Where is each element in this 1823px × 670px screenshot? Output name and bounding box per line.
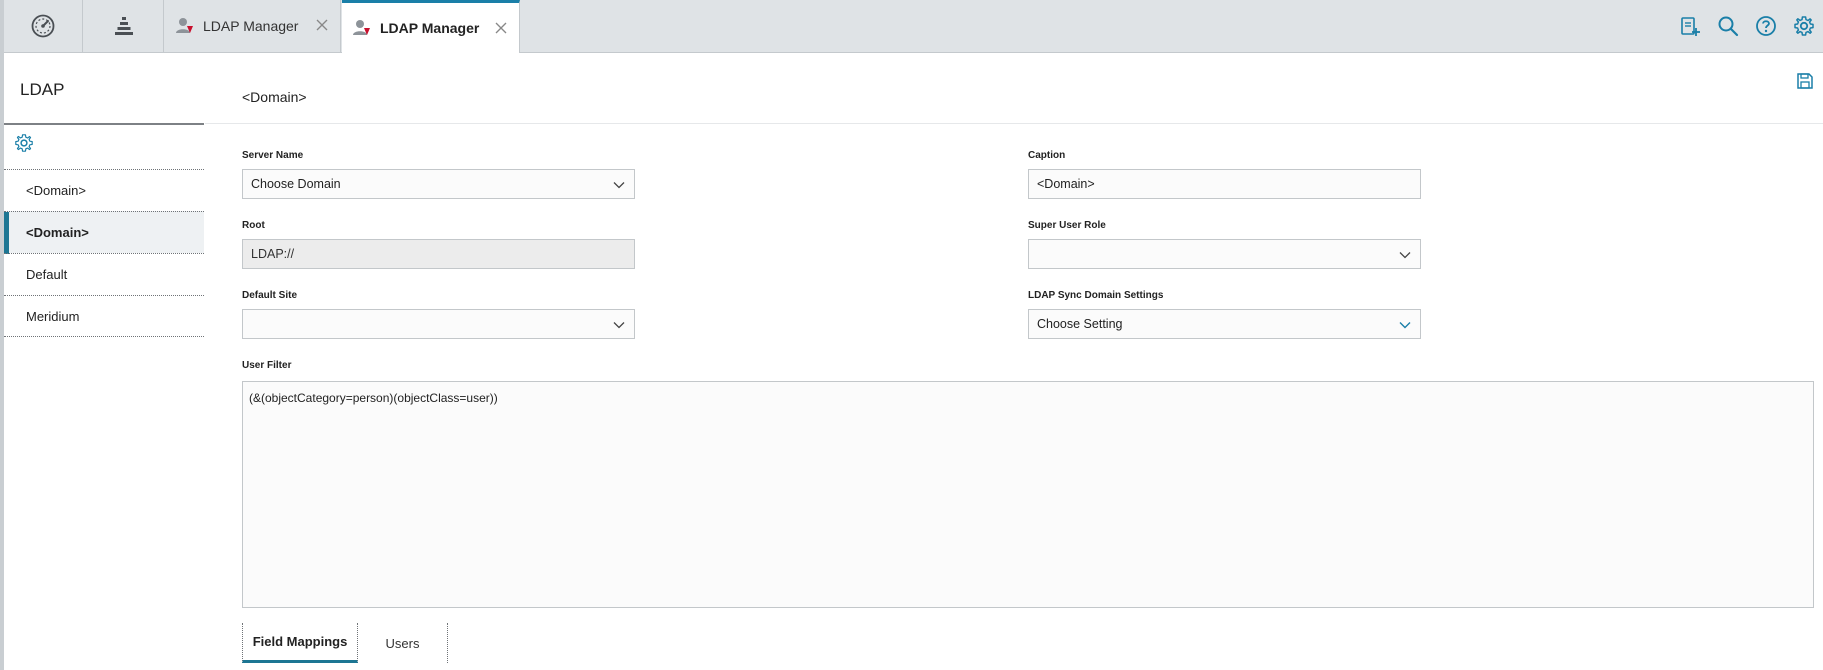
caption-field[interactable]: <Domain> [1028, 169, 1421, 199]
close-icon[interactable] [314, 17, 330, 33]
new-clipboard-icon [1681, 17, 1700, 36]
top-actions [1671, 0, 1823, 52]
default-site-label: Default Site [242, 290, 298, 301]
ldap-sync-label: LDAP Sync Domain Settings [1028, 290, 1164, 301]
new-record-button[interactable] [1671, 0, 1709, 52]
default-site-select[interactable] [242, 309, 635, 339]
caption-value: <Domain> [1037, 177, 1095, 191]
server-name-value: Choose Domain [251, 177, 341, 191]
main-content: <Domain> Server Name Choose Domain Capti… [205, 53, 1823, 670]
header-separator [205, 123, 1823, 124]
dashboard-gauge-icon [31, 14, 55, 38]
root-label: Root [242, 220, 265, 231]
tab-label: LDAP Manager [380, 20, 480, 36]
chevron-down-icon [613, 322, 625, 329]
user-manager-icon [176, 18, 193, 33]
root-value: LDAP:// [251, 247, 295, 261]
super-user-role-select[interactable] [1028, 239, 1421, 269]
ldap-sync-select[interactable]: Choose Setting [1028, 309, 1421, 339]
tab-users[interactable]: Users [358, 623, 448, 663]
server-name-label: Server Name [242, 150, 304, 161]
gear-icon[interactable] [14, 133, 34, 153]
sidebar-list: <Domain> <Domain> Default Meridium [4, 169, 204, 337]
left-edge [0, 0, 4, 670]
tab-ldap-manager-1[interactable]: LDAP Manager [165, 0, 341, 52]
close-icon[interactable] [493, 20, 509, 36]
tab-field-mappings[interactable]: Field Mappings [242, 623, 358, 663]
sidebar-title: LDAP [20, 80, 65, 99]
sidebar: LDAP <Domain> <Domain> Default Meridium [4, 53, 204, 670]
sidebar-item-label: Default [26, 267, 68, 282]
help-icon [1756, 16, 1776, 36]
root-field: LDAP:// [242, 239, 635, 269]
save-disk-icon[interactable] [1795, 71, 1815, 91]
settings-button[interactable] [1785, 0, 1823, 52]
pyramid-icon [114, 17, 133, 35]
dashboard-button[interactable] [4, 0, 83, 52]
top-tab-bar: LDAP Manager LDAP Manager [0, 0, 1823, 670]
sidebar-item-label: Meridium [26, 308, 80, 324]
user-filter-value: (&(objectCategory=person)(objectClass=us… [249, 391, 498, 405]
page-title: <Domain> [242, 89, 307, 105]
chevron-down-icon [613, 182, 625, 189]
tab-ldap-manager-2[interactable]: LDAP Manager [342, 0, 520, 53]
super-user-role-label: Super User Role [1028, 220, 1106, 231]
server-name-select[interactable]: Choose Domain [242, 169, 635, 199]
hierarchy-button[interactable] [84, 0, 164, 52]
bottom-tabs: Field Mappings Users [242, 623, 448, 665]
sidebar-item-default[interactable]: Default [4, 253, 204, 295]
ldap-sync-value: Choose Setting [1037, 317, 1123, 331]
user-manager-icon [353, 20, 370, 35]
sidebar-item-meridium[interactable]: Meridium [4, 295, 204, 337]
sidebar-item-label: <Domain> [26, 225, 89, 240]
user-filter-label: User Filter [242, 360, 292, 371]
sidebar-divider [4, 123, 204, 125]
help-button[interactable] [1747, 0, 1785, 52]
search-icon [1718, 16, 1739, 37]
tab-label: Field Mappings [252, 634, 348, 649]
chevron-down-icon [1399, 252, 1411, 259]
gear-icon [1794, 16, 1814, 36]
sidebar-item-domain-2[interactable]: <Domain> [4, 211, 204, 254]
tab-label: Users [385, 635, 420, 651]
sidebar-item-label: <Domain> [26, 183, 86, 198]
sidebar-item-domain-1[interactable]: <Domain> [4, 169, 204, 211]
caption-label: Caption [1028, 150, 1066, 161]
user-filter-textarea[interactable]: (&(objectCategory=person)(objectClass=us… [242, 381, 1814, 608]
search-button[interactable] [1709, 0, 1747, 52]
chevron-down-icon [1399, 322, 1411, 329]
tab-label: LDAP Manager [203, 18, 299, 34]
